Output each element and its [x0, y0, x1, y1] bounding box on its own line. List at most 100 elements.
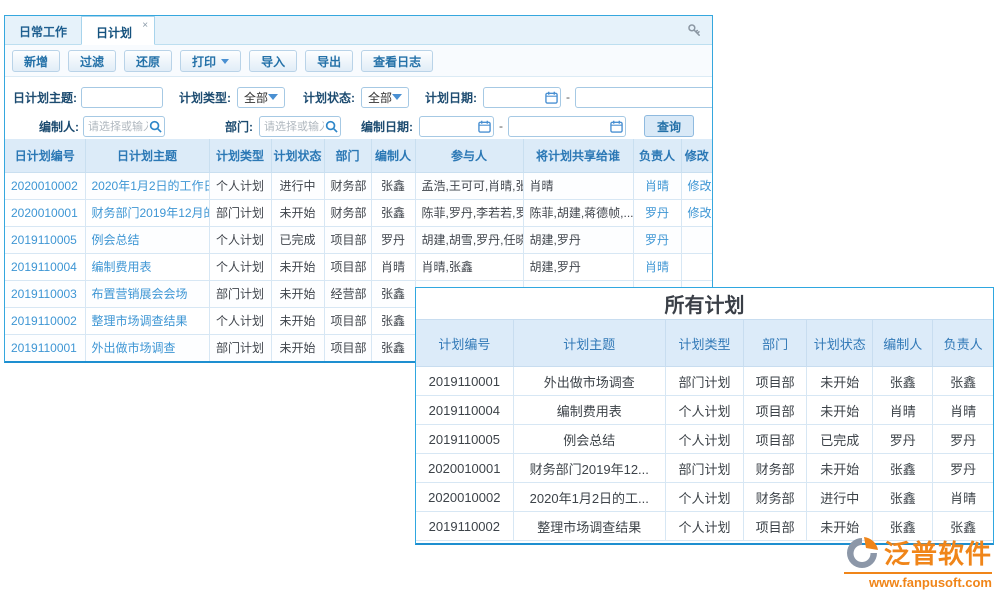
calendar-icon[interactable] — [610, 120, 623, 133]
cell-link[interactable]: 肖晴 — [633, 253, 681, 280]
plan-date-end-input[interactable] — [575, 87, 712, 108]
close-icon[interactable]: × — [142, 20, 148, 31]
table-cell: 项目部 — [324, 253, 371, 280]
table-cell: 张鑫 — [873, 454, 933, 483]
view-log-button[interactable]: 查看日志 — [361, 50, 433, 72]
cell-link[interactable]: 编制费用表 — [85, 253, 209, 280]
table-cell: 项目部 — [744, 425, 807, 454]
column-header: 计划状态 — [271, 139, 324, 172]
table-cell: 财务部门2019年12... — [513, 454, 665, 483]
cell-link[interactable]: 财务部门2019年12月的... — [85, 199, 209, 226]
fanpu-logo-icon — [844, 535, 880, 571]
table-cell: 肖晴 — [933, 396, 993, 425]
table-header-row: 日计划编号日计划主题计划类型计划状态部门编制人参与人将计划共享给谁负责人修改 — [5, 139, 712, 172]
add-button[interactable]: 新增 — [12, 50, 60, 72]
table-cell: 肖晴 — [371, 253, 415, 280]
cell-link[interactable]: 布置营销展会会场 — [85, 280, 209, 307]
cell-link[interactable]: 2019110002 — [5, 307, 85, 334]
table-cell: 部门计划 — [209, 199, 271, 226]
table-cell: 2020年1月2日的工... — [513, 483, 665, 512]
calendar-icon[interactable] — [478, 120, 491, 133]
column-header: 将计划共享给谁 — [523, 139, 633, 172]
table-cell: 2019110001 — [416, 367, 513, 396]
cell-link[interactable]: 罗丹 — [633, 226, 681, 253]
table-cell: 财务部 — [744, 454, 807, 483]
table-cell: 未开始 — [271, 253, 324, 280]
key-icon[interactable] — [687, 23, 702, 38]
cell-link[interactable]: 2019110003 — [5, 280, 85, 307]
restore-button[interactable]: 还原 — [124, 50, 172, 72]
plan-type-value: 全部 — [244, 89, 268, 106]
column-header: 部门 — [324, 139, 371, 172]
plan-status-value: 全部 — [368, 89, 392, 106]
table-cell: 未开始 — [271, 307, 324, 334]
cell-link[interactable]: 例会总结 — [85, 226, 209, 253]
plan-status-label: 计划状态: — [303, 89, 355, 106]
table-cell: 2020010002 — [416, 483, 513, 512]
table-cell: 个人计划 — [209, 307, 271, 334]
chevron-down-icon — [268, 94, 278, 100]
print-button[interactable]: 打印 — [180, 50, 241, 72]
tab-daily-work[interactable]: 日常工作 — [5, 16, 81, 44]
cell-link[interactable]: 2020010001 — [5, 199, 85, 226]
table-cell: 胡建,罗丹 — [523, 226, 633, 253]
all-plans-window: 所有计划 计划编号计划主题计划类型部门计划状态编制人负责人2019110001外… — [415, 287, 994, 545]
table-cell: 张鑫 — [371, 280, 415, 307]
table-cell: 个人计划 — [665, 512, 743, 541]
tab-daily-plan[interactable]: 日计划 × — [81, 16, 155, 45]
date-range-separator: - — [566, 90, 570, 104]
search-icon[interactable] — [325, 120, 338, 133]
make-date-end-input[interactable] — [508, 116, 626, 137]
plan-type-select[interactable]: 全部 — [237, 87, 285, 108]
cell-link[interactable]: 修改 — [681, 199, 712, 226]
cell-link[interactable]: 罗丹 — [633, 199, 681, 226]
all-plans-table: 计划编号计划主题计划类型部门计划状态编制人负责人2019110001外出做市场调… — [416, 319, 993, 541]
column-header: 日计划主题 — [85, 139, 209, 172]
column-header: 日计划编号 — [5, 139, 85, 172]
brand-name: 泛普软件 — [884, 534, 992, 571]
plan-type-label: 计划类型: — [179, 89, 231, 106]
filter-row-2: 编制人: 部门: 编制日期: — [13, 114, 712, 138]
cell-link[interactable]: 2019110004 — [5, 253, 85, 280]
table-row: 2019110005例会总结个人计划已完成项目部罗丹胡建,胡雪,罗丹,任晓...… — [5, 226, 712, 253]
table-cell: 肖晴 — [873, 396, 933, 425]
table-cell: 部门计划 — [665, 454, 743, 483]
subject-label: 日计划主题: — [13, 89, 77, 106]
toolbar-button-label: 还原 — [136, 53, 160, 70]
plan-status-select[interactable]: 全部 — [361, 87, 409, 108]
table-cell: 未开始 — [807, 367, 873, 396]
table-row: 2020010001财务部门2019年12月的...部门计划未开始财务部张鑫陈菲… — [5, 199, 712, 226]
table-cell: 例会总结 — [513, 425, 665, 454]
cell-link[interactable]: 肖晴 — [633, 172, 681, 199]
column-header: 计划主题 — [513, 320, 665, 367]
export-button[interactable]: 导出 — [305, 50, 353, 72]
tab-bar: 日常工作 日计划 × — [5, 16, 712, 45]
import-button[interactable]: 导入 — [249, 50, 297, 72]
filter-button[interactable]: 过滤 — [68, 50, 116, 72]
subject-input[interactable] — [81, 87, 163, 108]
table-cell: 财务部 — [324, 199, 371, 226]
table-cell: 项目部 — [744, 367, 807, 396]
search-button[interactable]: 查询 — [644, 115, 694, 137]
table-header-row: 计划编号计划主题计划类型部门计划状态编制人负责人 — [416, 320, 993, 367]
column-header: 计划类型 — [209, 139, 271, 172]
cell-link[interactable]: 外出做市场调查 — [85, 334, 209, 361]
column-header: 负责人 — [933, 320, 993, 367]
table-cell: 张鑫 — [873, 367, 933, 396]
toolbar-button-label: 查看日志 — [373, 53, 421, 70]
cell-link[interactable]: 2020年1月2日的工作日... — [85, 172, 209, 199]
column-header: 计划状态 — [807, 320, 873, 367]
cell-link[interactable]: 2019110005 — [5, 226, 85, 253]
column-header: 编制人 — [873, 320, 933, 367]
calendar-icon[interactable] — [545, 91, 558, 104]
table-cell: 个人计划 — [209, 226, 271, 253]
cell-link[interactable]: 2019110001 — [5, 334, 85, 361]
date-range-separator: - — [499, 119, 503, 133]
cell-link[interactable]: 整理市场调查结果 — [85, 307, 209, 334]
search-icon[interactable] — [149, 120, 162, 133]
cell-link[interactable]: 修改 — [681, 172, 712, 199]
toolbar-button-label: 过滤 — [80, 53, 104, 70]
cell-link[interactable]: 2020010002 — [5, 172, 85, 199]
brand-logo: 泛普软件 www.fanpusoft.com — [844, 534, 992, 590]
toolbar-button-label: 新增 — [24, 53, 48, 70]
